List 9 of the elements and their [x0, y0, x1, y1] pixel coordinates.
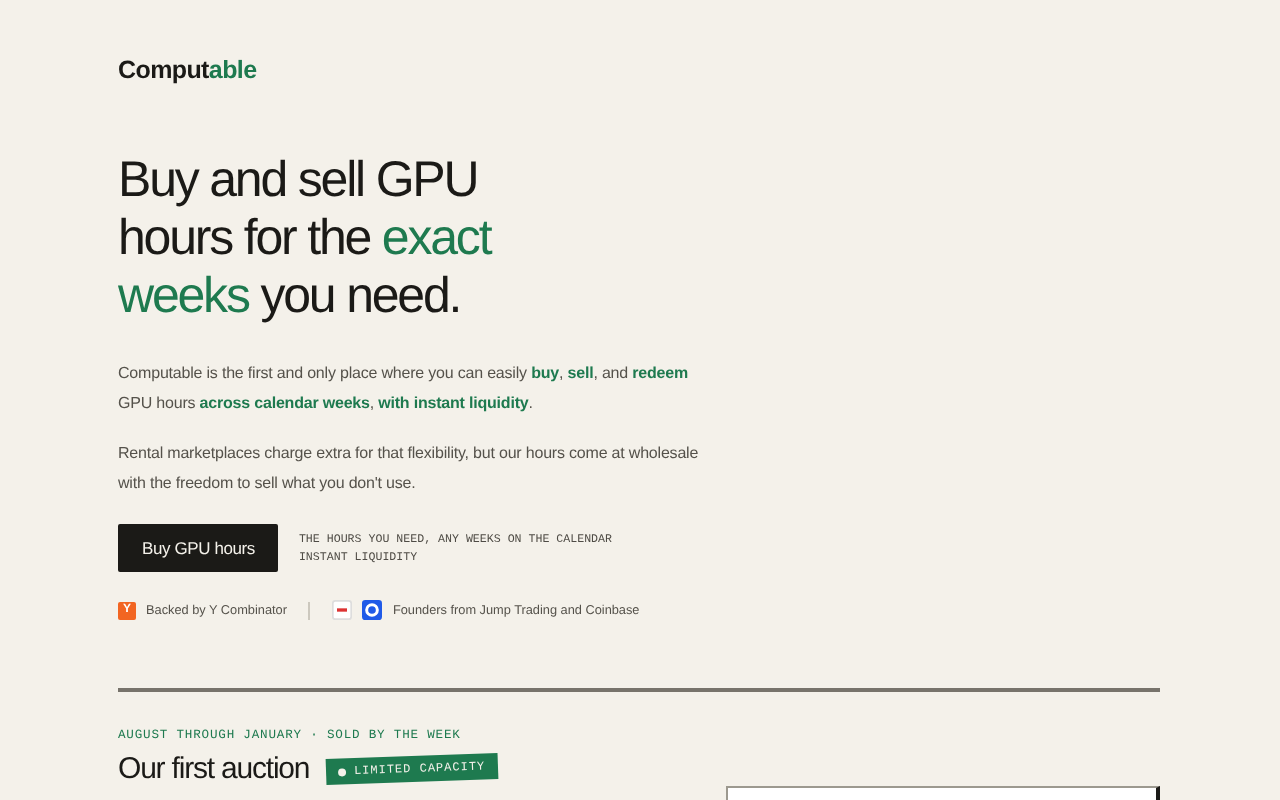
logo[interactable]: Computable: [118, 56, 257, 84]
paragraph: Computable is the first and only place where you can easily buy, sell, and redeem GPU hours across calendar weeks, with instant liquidity.: [118, 362, 690, 416]
buy-button[interactable]: Buy GPU hours: [118, 524, 279, 572]
company-logo-icon: [332, 600, 353, 620]
headline-line: Buy and sell GPU: [118, 152, 478, 210]
section-title: Our first auction: [118, 752, 310, 786]
headline-line: hours for the exact: [118, 210, 491, 268]
headline-line: weeks you need.: [118, 268, 461, 326]
paragraph: Rental marketplaces charge extra for that flexibility, but our hours come at wholesale with the freedom to sell what you don't use.: [118, 442, 701, 496]
